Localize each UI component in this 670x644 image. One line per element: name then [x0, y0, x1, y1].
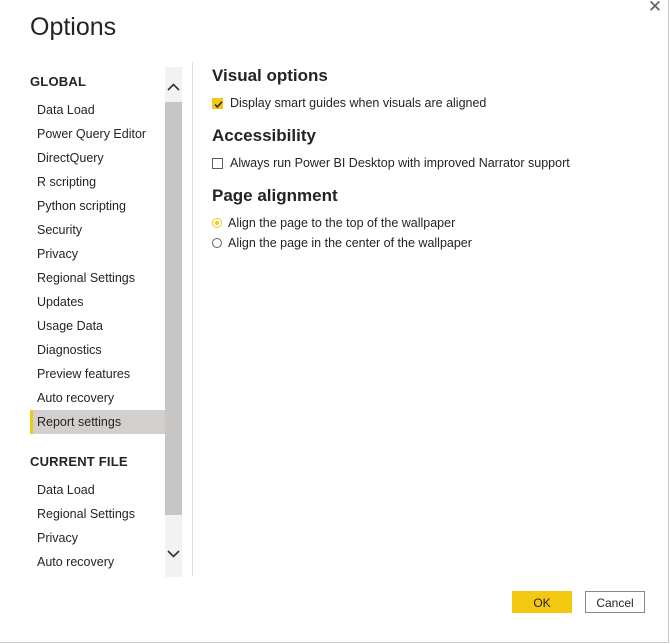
checkmark-icon: [214, 100, 223, 108]
sidebar-item-file-data-load[interactable]: Data Load: [30, 478, 165, 502]
sidebar-item-data-load[interactable]: Data Load: [30, 98, 165, 122]
sidebar-item-report-settings[interactable]: Report settings: [30, 410, 165, 434]
sidebar-scrollbar[interactable]: [165, 67, 182, 577]
smart-guides-label: Display smart guides when visuals are al…: [230, 96, 487, 110]
sidebar-item-power-query-editor[interactable]: Power Query Editor: [30, 122, 165, 146]
sidebar-header-global: GLOBAL: [30, 74, 87, 89]
sidebar-item-security[interactable]: Security: [30, 218, 165, 242]
align-center-label: Align the page in the center of the wall…: [228, 236, 472, 250]
page-alignment-heading: Page alignment: [212, 186, 338, 205]
options-dialog: ✕ Options GLOBAL Data Load Power Query E…: [0, 0, 669, 643]
sidebar-item-r-scripting[interactable]: R scripting: [30, 170, 165, 194]
sidebar-item-regional-settings[interactable]: Regional Settings: [30, 266, 165, 290]
sidebar-item-diagnostics[interactable]: Diagnostics: [30, 338, 165, 362]
sidebar-item-privacy[interactable]: Privacy: [30, 242, 165, 266]
chevron-up-icon[interactable]: [165, 73, 182, 101]
narrator-option[interactable]: Always run Power BI Desktop with improve…: [212, 156, 570, 170]
narrator-label: Always run Power BI Desktop with improve…: [230, 156, 570, 170]
sidebar-header-current-file: CURRENT FILE: [30, 454, 128, 469]
sidebar-divider: [192, 62, 193, 576]
chevron-down-icon[interactable]: [165, 540, 182, 568]
sidebar-item-usage-data[interactable]: Usage Data: [30, 314, 165, 338]
sidebar-item-file-privacy[interactable]: Privacy: [30, 526, 165, 550]
align-top-label: Align the page to the top of the wallpap…: [228, 216, 456, 230]
scrollbar-thumb[interactable]: [165, 102, 182, 515]
sidebar-item-directquery[interactable]: DirectQuery: [30, 146, 165, 170]
align-top-option[interactable]: Align the page to the top of the wallpap…: [212, 216, 455, 230]
align-center-radio[interactable]: [212, 238, 222, 248]
sidebar-item-auto-recovery[interactable]: Auto recovery: [30, 386, 165, 410]
cancel-button[interactable]: Cancel: [585, 591, 645, 613]
align-center-option[interactable]: Align the page in the center of the wall…: [212, 236, 472, 250]
sidebar-item-preview-features[interactable]: Preview features: [30, 362, 165, 386]
ok-button[interactable]: OK: [512, 591, 572, 613]
dialog-title: Options: [30, 13, 117, 41]
sidebar-item-updates[interactable]: Updates: [30, 290, 165, 314]
visual-options-heading: Visual options: [212, 66, 328, 85]
smart-guides-option[interactable]: Display smart guides when visuals are al…: [212, 96, 486, 110]
options-sidebar: GLOBAL Data Load Power Query Editor Dire…: [30, 67, 165, 577]
sidebar-item-file-regional-settings[interactable]: Regional Settings: [30, 502, 165, 526]
sidebar-item-python-scripting[interactable]: Python scripting: [30, 194, 165, 218]
sidebar-item-file-auto-recovery[interactable]: Auto recovery: [30, 550, 165, 574]
accessibility-heading: Accessibility: [212, 126, 316, 145]
smart-guides-checkbox[interactable]: [212, 97, 223, 109]
close-icon[interactable]: ✕: [646, 0, 664, 16]
align-top-radio[interactable]: [212, 218, 222, 228]
narrator-checkbox[interactable]: [212, 157, 223, 169]
